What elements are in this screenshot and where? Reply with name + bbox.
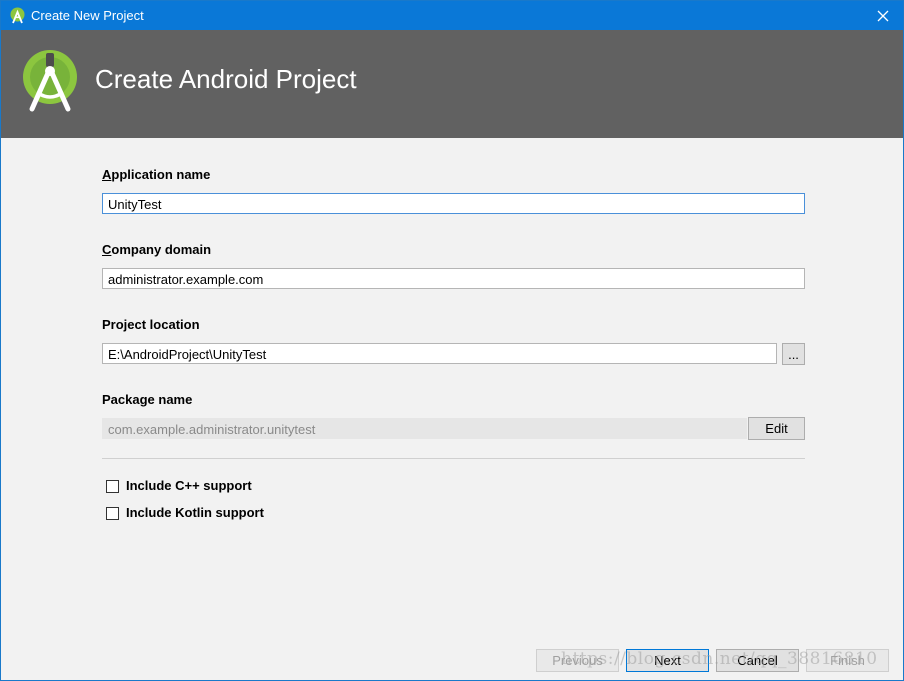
page-title: Create Android Project (95, 64, 357, 94)
divider (102, 458, 805, 459)
app-name-input[interactable]: UnityTest (102, 193, 805, 214)
window-title: Create New Project (31, 8, 144, 23)
package-name-field: com.example.administrator.unitytest (102, 418, 747, 439)
android-studio-icon (10, 7, 25, 24)
next-button[interactable]: Next (626, 649, 709, 672)
company-domain-input[interactable]: administrator.example.com (102, 268, 805, 289)
close-button[interactable] (863, 1, 903, 30)
company-domain-label: Company domain (102, 242, 212, 257)
include-cpp-label[interactable]: Include C++ support (126, 478, 252, 493)
title-bar[interactable]: Create New Project (1, 1, 903, 30)
edit-package-button[interactable]: Edit (748, 417, 805, 440)
app-name-label: Application name (102, 167, 211, 182)
browse-location-button[interactable]: ... (782, 343, 805, 365)
package-name-label: Package name (102, 392, 193, 407)
include-cpp-checkbox[interactable] (106, 480, 119, 493)
include-kotlin-checkbox[interactable] (106, 507, 119, 520)
header-banner: Create Android Project (1, 30, 903, 138)
include-kotlin-label[interactable]: Include Kotlin support (126, 505, 264, 520)
android-studio-logo-icon (23, 50, 77, 112)
project-location-label: Project location (102, 317, 200, 332)
finish-button[interactable]: Finish (806, 649, 889, 672)
project-location-input[interactable]: E:\AndroidProject\UnityTest (102, 343, 777, 364)
previous-button[interactable]: Previous (536, 649, 619, 672)
close-icon (877, 10, 889, 21)
create-project-dialog: Create New Project Create Android Projec… (0, 0, 904, 681)
cancel-button[interactable]: Cancel (716, 649, 799, 672)
